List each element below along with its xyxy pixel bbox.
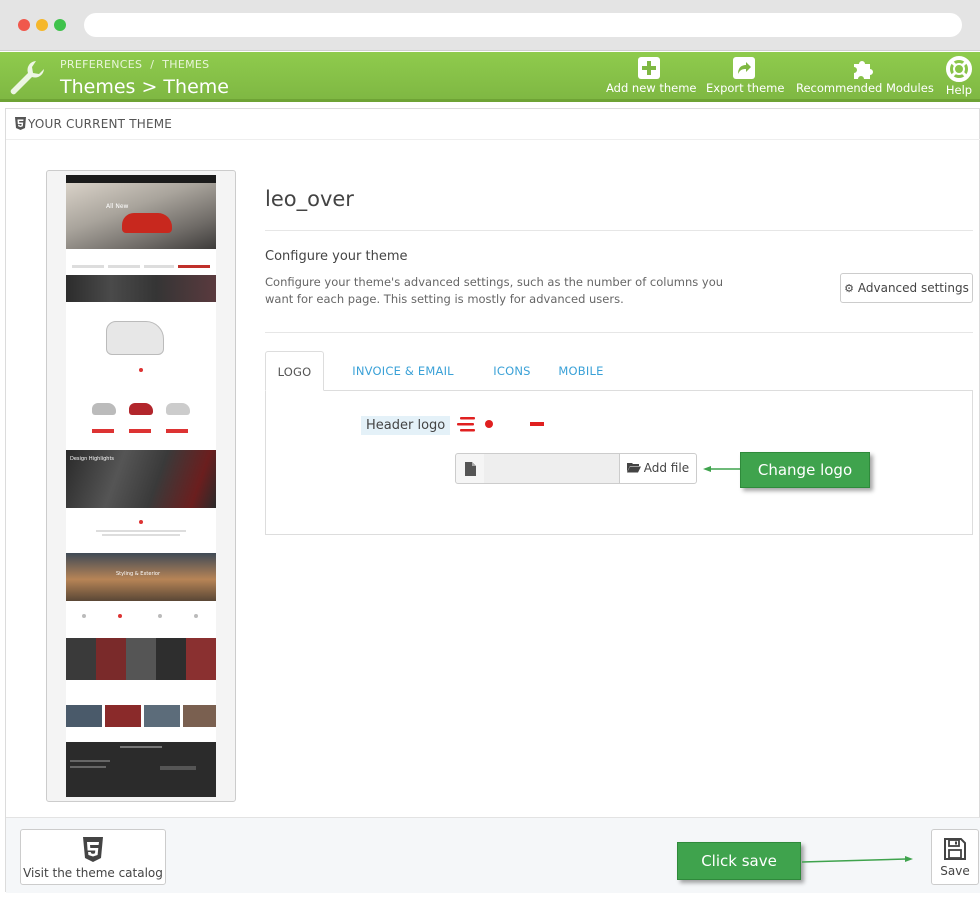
export-theme-button[interactable]: Export theme — [706, 56, 784, 100]
file-addon — [455, 453, 485, 484]
add-file-button[interactable]: Add file — [619, 453, 697, 484]
file-icon — [465, 462, 476, 476]
divider — [265, 230, 973, 231]
configure-theme-description: Configure your theme's advanced settings… — [265, 275, 724, 306]
theme-preview-thumbnail: All New Design Highlights Styling & Exte… — [46, 170, 236, 802]
configure-theme-title: Configure your theme — [265, 249, 408, 264]
panel-heading: YOUR CURRENT THEME — [6, 109, 980, 140]
theme-preview-image: All New Design Highlights Styling & Exte… — [66, 175, 216, 797]
breadcrumb-themes[interactable]: THEMES — [162, 58, 209, 71]
admin-header: PREFERENCES / THEMES Themes > Theme Add ne… — [0, 52, 980, 102]
theme-name: leo_over — [265, 187, 354, 211]
add-new-theme-button[interactable]: Add new theme — [606, 56, 697, 100]
advanced-settings-button[interactable]: ⚙ Advanced settings — [840, 273, 973, 303]
save-button[interactable]: Save — [931, 829, 979, 885]
breadcrumb: PREFERENCES / THEMES — [60, 58, 210, 71]
plus-square-icon — [638, 57, 660, 79]
tab-icons[interactable]: ICONS — [486, 351, 538, 391]
file-name-input[interactable] — [484, 453, 620, 484]
header-logo-label: Header logo — [361, 416, 451, 435]
click-save-arrow — [802, 856, 913, 863]
visit-theme-catalog-button[interactable]: Visit the theme catalog — [20, 829, 166, 885]
recommended-modules-button[interactable]: Recommended Modules — [796, 56, 934, 100]
hero-text: All New — [106, 203, 129, 210]
change-logo-callout: Change logo — [740, 452, 870, 488]
tab-logo[interactable]: LOGO — [265, 351, 324, 391]
share-icon — [733, 57, 755, 79]
page-title: Themes > Theme — [60, 76, 229, 98]
panel-footer: Visit the theme catalog Click save Save — [6, 817, 980, 893]
address-bar[interactable] — [84, 13, 962, 37]
floppy-disk-icon — [944, 838, 966, 860]
breadcrumb-preferences[interactable]: PREFERENCES — [60, 58, 142, 71]
wrench-icon — [10, 61, 44, 95]
maximize-window-button[interactable] — [54, 19, 66, 31]
header-logo-file-upload: Add file — [455, 453, 698, 484]
lifebuoy-icon — [946, 56, 972, 82]
gear-icon: ⚙ — [844, 282, 855, 295]
change-logo-arrow — [703, 466, 741, 472]
browser-titlebar — [0, 0, 980, 51]
current-theme-panel: YOUR CURRENT THEME All New Design Highli… — [5, 108, 980, 893]
html5-icon — [83, 837, 103, 862]
tab-invoice-email-logos[interactable]: INVOICE & EMAIL LOGOS — [332, 351, 474, 418]
help-button[interactable]: Help — [942, 56, 976, 100]
puzzle-icon — [854, 61, 873, 79]
click-save-callout: Click save — [677, 842, 801, 880]
divider — [265, 332, 973, 333]
tab-mobile[interactable]: MOBILE — [551, 351, 611, 391]
folder-open-icon — [626, 455, 641, 473]
minimize-window-button[interactable] — [36, 19, 48, 31]
design-highlights-label: Design Highlights — [70, 456, 115, 462]
styling-exterior-label: Styling & Exterior — [116, 571, 161, 577]
close-window-button[interactable] — [18, 19, 30, 31]
html5-icon — [15, 117, 26, 130]
current-logo-image — [457, 417, 544, 432]
